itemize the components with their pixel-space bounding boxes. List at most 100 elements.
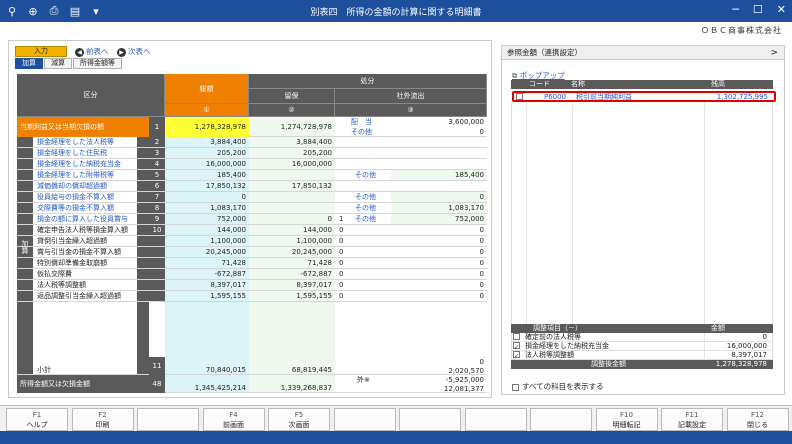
minimize-icon[interactable]: ─ xyxy=(732,3,739,16)
fkey-button[interactable] xyxy=(137,408,199,431)
table-row: 仮払交際費 -672,887 -672,887 0 0 xyxy=(17,269,487,280)
fkey-button[interactable]: F11 記載設定 xyxy=(661,408,723,431)
amount-total[interactable]: 144,000 xyxy=(165,225,249,235)
amount-total[interactable]: 8,397,017 xyxy=(165,280,249,290)
fkey-button[interactable]: F10 明細転記 xyxy=(595,408,658,431)
amount-outflow[interactable]: 185,400 xyxy=(391,170,487,180)
amount-retained[interactable]: 1,595,155 xyxy=(249,291,335,301)
amount-outflow[interactable]: 752,000 xyxy=(391,214,487,224)
table-row: 損金経理をした附帯税等 5 185,400 その他 185,400 xyxy=(17,170,487,181)
row-number: 11 xyxy=(149,357,165,375)
amount-total[interactable]: -672,887 xyxy=(165,269,249,279)
chevron-right-icon[interactable]: > xyxy=(770,46,778,60)
amount-retained[interactable] xyxy=(249,192,335,202)
amount-outflow[interactable] xyxy=(391,148,487,158)
amount-outflow[interactable]: 0 xyxy=(391,291,487,301)
amount-outflow[interactable]: 0 xyxy=(391,258,487,268)
prev-table-link[interactable]: ◀ 前表へ xyxy=(75,46,109,57)
row-label: 当期利益又は当期欠損の額 xyxy=(17,117,149,137)
amount-total[interactable]: 1,595,155 xyxy=(165,291,249,301)
amount-total[interactable]: 752,000 xyxy=(165,214,249,224)
amount-retained[interactable] xyxy=(249,203,335,213)
amount-outflow[interactable]: 3,600,000 xyxy=(391,117,487,127)
fkey-button[interactable] xyxy=(530,408,592,431)
input-tab[interactable]: 入力 xyxy=(15,46,67,57)
amount-total[interactable]: 1,100,000 xyxy=(165,236,249,246)
adjustment-checkbox[interactable]: ✓ xyxy=(513,351,520,360)
outflow-code: 0 xyxy=(339,259,344,267)
amount-retained[interactable]: 0 xyxy=(249,214,335,224)
amount-outflow[interactable]: 0 xyxy=(391,225,487,235)
show-all-accounts[interactable]: すべての科目を表示する xyxy=(512,381,604,392)
amount-total[interactable]: 1,083,170 xyxy=(165,203,249,213)
amount-retained[interactable]: 1,274,728,978 xyxy=(249,117,335,137)
amount-retained[interactable]: -672,887 xyxy=(249,269,335,279)
type-label xyxy=(355,280,391,290)
selected-account-row[interactable]: P6000 税引前当期純利益 1,302,725,995 xyxy=(512,91,776,102)
fkey-button[interactable] xyxy=(399,408,461,431)
table-row: 特別償却準備金取崩額 71,428 71,428 0 0 xyxy=(17,258,487,269)
adjustment-row[interactable]: 確定前の法人税等 0 xyxy=(511,333,773,342)
amount-outflow[interactable]: 0 xyxy=(391,192,487,202)
adjustment-row[interactable]: ✓ 損金経理をした納税充当金 16,000,000 xyxy=(511,342,773,351)
fkey-button[interactable]: F2 印刷 xyxy=(71,408,134,431)
tab-kasan[interactable]: 加算 xyxy=(15,58,43,69)
row-checkbox[interactable] xyxy=(516,93,523,100)
table-row: 損金経理をした納税充当金 4 16,000,000 16,000,000 xyxy=(17,159,487,170)
adjusted-total-amount: 1,278,328,978 xyxy=(715,360,767,368)
fkey-button[interactable] xyxy=(333,408,396,431)
amount-retained[interactable]: 1,100,000 xyxy=(249,236,335,246)
amount-outflow[interactable] xyxy=(391,181,487,191)
fkey-button[interactable]: F1 ヘルプ xyxy=(6,408,68,431)
amount-retained: 68,819,445 xyxy=(291,366,332,374)
amount-retained[interactable]: 144,000 xyxy=(249,225,335,235)
company-name: ＯＢＣ商事株式会社 xyxy=(701,26,782,35)
fkey-label: 印刷 xyxy=(95,421,110,429)
amount-retained[interactable]: 20,245,000 xyxy=(249,247,335,257)
amount-outflow[interactable]: 0 xyxy=(391,236,487,246)
adjustment-table: 調整項目（－） 金額 確定前の法人税等 0 ✓ 損金経理をした納税充当金 16,… xyxy=(511,324,773,369)
next-table-link[interactable]: ▶ 次表へ xyxy=(117,46,151,57)
amount-retained[interactable]: 3,884,400 xyxy=(249,137,335,147)
amount-total[interactable]: 205,200 xyxy=(165,148,249,158)
amount-total[interactable]: 16,000,000 xyxy=(165,159,249,169)
adjustment-checkbox[interactable] xyxy=(513,333,520,340)
amount-retained[interactable] xyxy=(249,170,335,180)
amount-retained[interactable]: 17,850,132 xyxy=(249,181,335,191)
amount-total[interactable]: 17,850,132 xyxy=(165,181,249,191)
tab-gensan[interactable]: 減算 xyxy=(44,58,72,69)
amount-retained[interactable]: 205,200 xyxy=(249,148,335,158)
amount-outflow[interactable] xyxy=(391,137,487,147)
amount-total[interactable]: 0 xyxy=(165,192,249,202)
amount-retained[interactable]: 16,000,000 xyxy=(249,159,335,169)
amount-outflow[interactable]: 1,083,170 xyxy=(391,203,487,213)
fkey-label: 記載設定 xyxy=(678,421,706,429)
outflow-code: 0 xyxy=(339,226,344,234)
amount-outflow[interactable]: 0 xyxy=(391,280,487,290)
tab-income[interactable]: 所得金額等 xyxy=(73,58,122,69)
amount-retained[interactable]: 8,397,017 xyxy=(249,280,335,290)
maximize-icon[interactable]: ☐ xyxy=(753,3,763,16)
fkey-button[interactable] xyxy=(464,408,527,431)
show-all-checkbox[interactable] xyxy=(512,383,519,391)
amount-outflow[interactable] xyxy=(391,159,487,169)
close-icon[interactable]: ✕ xyxy=(777,3,786,16)
amount-retained[interactable]: 71,428 xyxy=(249,258,335,268)
amount-outflow[interactable]: 0 xyxy=(391,247,487,257)
adjustment-amount: 16,000,000 xyxy=(726,342,767,350)
fkey-button[interactable]: F12 閉じる xyxy=(726,408,789,431)
subtotal-label: 小計 xyxy=(37,366,51,374)
amount-total[interactable]: 71,428 xyxy=(165,258,249,268)
adjustment-row[interactable]: ✓ 法人税等調整額 8,397,017 xyxy=(511,351,773,360)
amount-total[interactable]: 3,884,400 xyxy=(165,137,249,147)
adjustment-checkbox[interactable]: ✓ xyxy=(513,342,520,351)
amount-total[interactable]: 185,400 xyxy=(165,170,249,180)
reference-panel-header[interactable]: 参照金額（連携設定） > xyxy=(502,46,784,60)
account-balance: 1,302,725,995 xyxy=(716,93,768,101)
amount-outflow[interactable]: 0 xyxy=(391,269,487,279)
fkey-button[interactable]: F5 次画面 xyxy=(268,408,330,431)
fkey-button[interactable]: F4 前画面 xyxy=(202,408,265,431)
amount-total[interactable]: 20,245,000 xyxy=(165,247,249,257)
amount-outflow[interactable]: 0 xyxy=(391,127,487,137)
amount-total[interactable]: 1,278,328,978 xyxy=(165,117,249,137)
